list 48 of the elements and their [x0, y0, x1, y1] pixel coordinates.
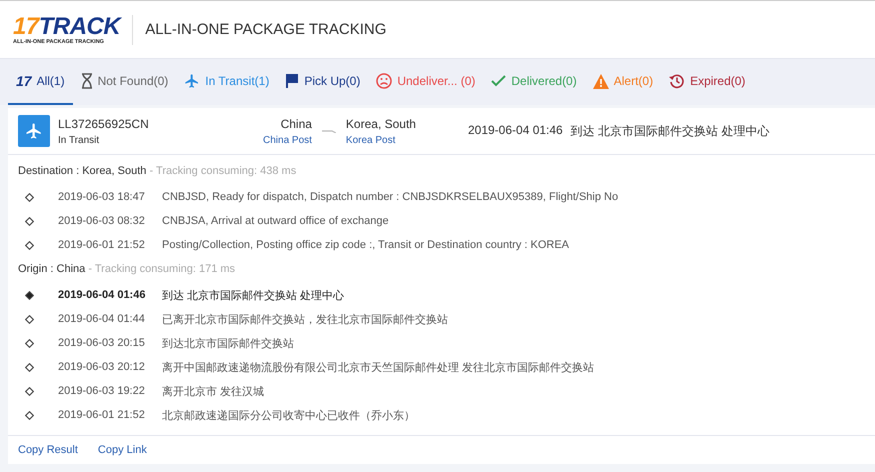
section-label: Destination : Korea, South: [18, 165, 146, 177]
event-time: 2019-06-04 01:44: [58, 313, 146, 325]
history-icon: [669, 73, 686, 89]
event-description: 离开中国邮政速递物流股份有限公司北京市天竺国际邮件处理 发往北京市国际邮件交换站: [162, 360, 594, 374]
airplane-icon: [18, 115, 50, 147]
destination-country: Korea, South: [346, 116, 416, 130]
event-time: 2019-06-03 20:15: [58, 337, 146, 349]
copy-link[interactable]: Copy Result: [18, 444, 78, 456]
section-label: Origin : China: [18, 263, 86, 275]
warning-icon: [592, 74, 609, 88]
tracking-number: LL372656925CN: [58, 116, 150, 130]
hourglass-icon: [80, 73, 93, 89]
checkmark-icon: [491, 75, 506, 87]
page-title: ALL-IN-ONE PACKAGE TRACKING: [145, 21, 386, 38]
airplane-icon: [184, 73, 200, 89]
latest-event: 到达 北京市国际邮件交换站 处理中心: [570, 122, 770, 140]
status-tab[interactable]: Expired(0): [661, 59, 754, 105]
event-time: 2019-06-03 20:12: [58, 361, 146, 373]
latest-time: 2019-06-04 01:46: [468, 122, 563, 138]
event-description: 到达北京市国际邮件交换站: [162, 336, 294, 350]
event-description: 已离开北京市国际邮件交换站，发往北京市国际邮件交换站: [162, 312, 448, 326]
event-time: 2019-06-03 18:47: [58, 191, 146, 203]
event-description: 北京邮政速递国际分公司收寄中心已收件（乔小东）: [162, 408, 415, 422]
origin-carrier[interactable]: China Post: [263, 134, 312, 146]
status-tab[interactable]: Not Found(0): [72, 59, 176, 105]
event-description: Posting/Collection, Posting office zip code :, Transit or Destination country : KOREA: [162, 239, 569, 251]
event-time: 2019-06-03 08:32: [58, 215, 146, 227]
tracking-time: - Tracking consuming: 171 ms: [88, 263, 236, 275]
logo[interactable]: 17TRACK: [13, 14, 120, 38]
copy-link[interactable]: Copy Link: [98, 444, 147, 456]
event-description: 离开北京市 发往汉城: [162, 384, 264, 398]
status-tab[interactable]: Pick Up(0): [277, 59, 368, 105]
status-tab[interactable]: 17 All(1): [8, 59, 73, 105]
package-status: In Transit: [58, 134, 100, 146]
origin-country: China: [280, 116, 312, 130]
flag-icon: [285, 73, 300, 89]
event-time: 2019-06-01 21:52: [58, 409, 146, 421]
sad-face-icon: [376, 73, 392, 89]
status-tab[interactable]: Undeliver... (0): [368, 59, 484, 105]
event-time: 2019-06-03 19:22: [58, 385, 146, 397]
tracking-time: - Tracking consuming: 438 ms: [149, 165, 296, 177]
event-description: 到达 北京市国际邮件交换站 处理中心: [162, 288, 344, 302]
logo-icon: 17: [16, 73, 32, 89]
event-description: CNBJSD, Ready for dispatch, Dispatch number : CNBJSDKRSELBAUX95389, Flight/Ship No: [162, 191, 618, 203]
event-description: CNBJSA, Arrival at outward office of exchange: [162, 215, 389, 227]
event-time: 2019-06-01 21:52: [58, 239, 146, 251]
destination-carrier[interactable]: Korea Post: [346, 134, 396, 146]
event-time: 2019-06-04 01:46: [58, 289, 146, 301]
